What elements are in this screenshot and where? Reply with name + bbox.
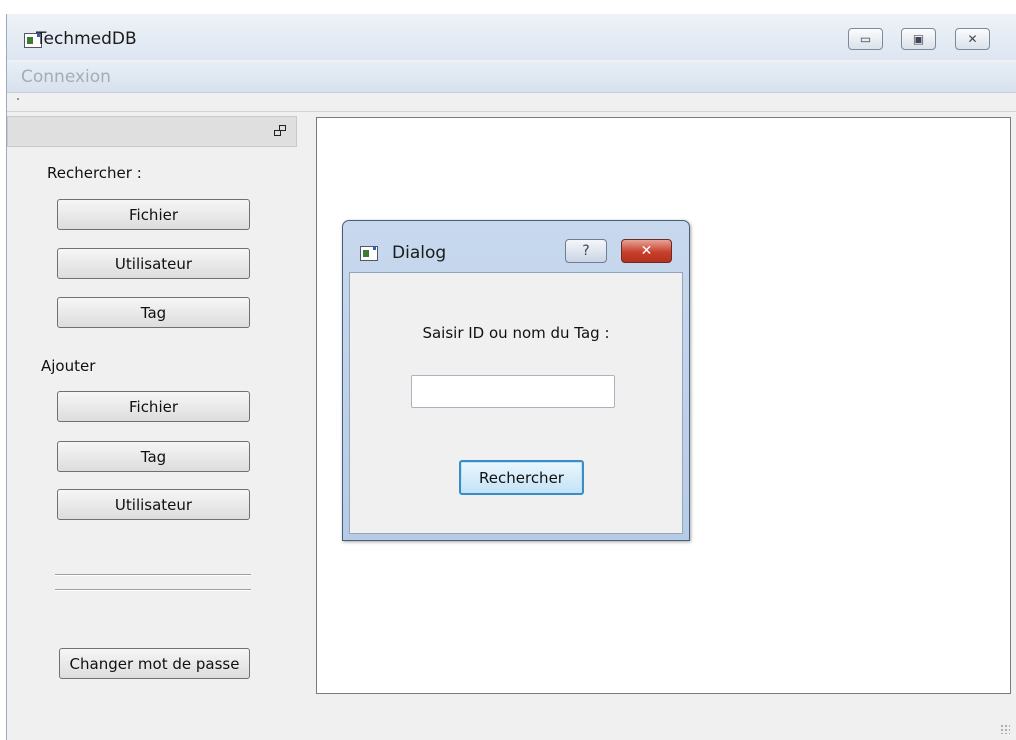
dialog-title: Dialog xyxy=(392,243,447,263)
toolbar xyxy=(7,93,1016,112)
window-title: TechmedDB xyxy=(36,29,137,49)
maximize-button[interactable]: ▣ xyxy=(901,28,936,50)
tag-search-input[interactable] xyxy=(411,375,615,408)
dialog-close-button[interactable]: ✕ xyxy=(621,239,672,263)
add-file-button[interactable]: Fichier xyxy=(57,391,250,422)
search-tag-button[interactable]: Tag xyxy=(57,297,250,328)
help-icon: ? xyxy=(582,243,590,259)
add-user-button[interactable]: Utilisateur xyxy=(57,489,250,520)
title-bar[interactable]: TechmedDB ▭ ▣ ✕ xyxy=(7,14,1016,60)
float-dock-icon[interactable] xyxy=(274,125,286,136)
search-section-label: Rechercher : xyxy=(47,164,142,182)
menu-bar: Connexion xyxy=(7,62,1016,93)
search-tag-dialog: Dialog ? ✕ Saisir ID ou nom du Tag : Rec… xyxy=(342,220,690,541)
close-button[interactable]: ✕ xyxy=(955,28,990,50)
close-icon: ✕ xyxy=(967,32,978,46)
separator-line xyxy=(55,589,251,591)
change-password-button[interactable]: Changer mot de passe xyxy=(59,648,250,679)
help-button[interactable]: ? xyxy=(565,239,607,263)
minimize-icon: ▭ xyxy=(859,32,872,46)
resize-grip-icon[interactable] xyxy=(1000,724,1010,734)
tag-prompt-label: Saisir ID ou nom du Tag : xyxy=(422,324,610,342)
minimize-button[interactable]: ▭ xyxy=(848,28,883,50)
dialog-body: Saisir ID ou nom du Tag : Rechercher xyxy=(349,272,683,534)
menu-connexion[interactable]: Connexion xyxy=(21,67,111,87)
add-tag-button[interactable]: Tag xyxy=(57,441,250,472)
search-file-button[interactable]: Fichier xyxy=(57,199,250,230)
dock-title-bar[interactable] xyxy=(7,116,297,147)
dialog-window-icon xyxy=(360,246,378,261)
maximize-icon: ▣ xyxy=(912,32,925,46)
search-user-button[interactable]: Utilisateur xyxy=(57,248,250,279)
rechercher-button[interactable]: Rechercher xyxy=(459,460,584,495)
separator-line xyxy=(55,574,251,576)
add-section-label: Ajouter xyxy=(41,357,96,375)
toolbar-grip[interactable] xyxy=(17,98,19,100)
dialog-close-icon: ✕ xyxy=(640,243,653,259)
